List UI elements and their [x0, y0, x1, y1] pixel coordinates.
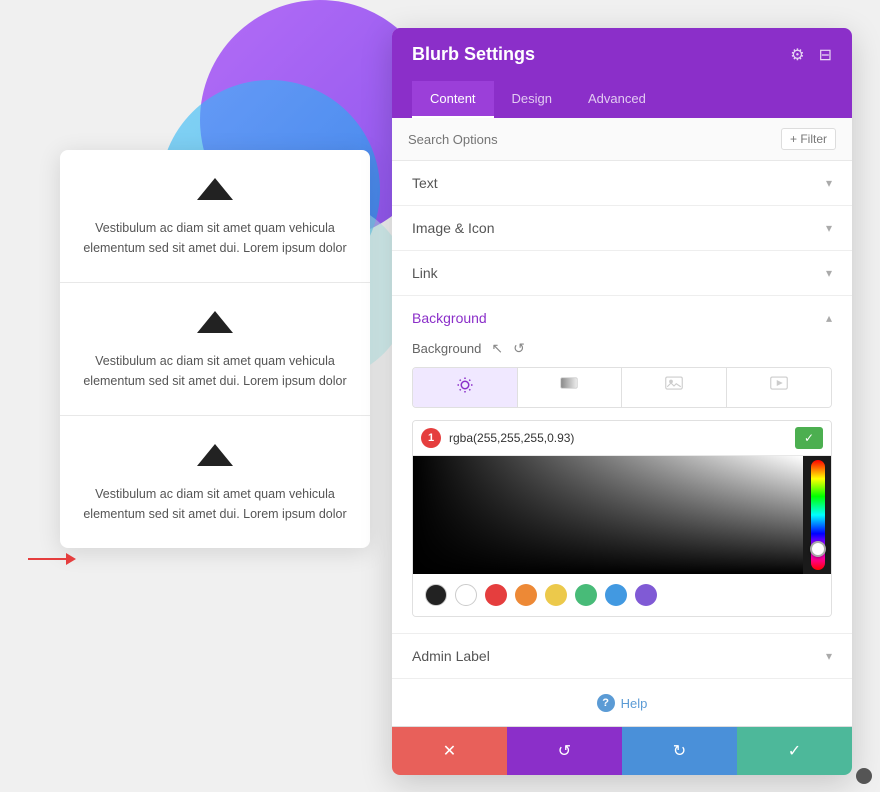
blurb-text-2: Vestibulum ac diam sit amet quam vehicul… — [80, 351, 350, 391]
accordion-background-header[interactable]: Background ▴ — [392, 296, 852, 340]
color-value-input[interactable] — [449, 431, 787, 445]
filter-button[interactable]: + Filter — [781, 128, 836, 150]
hue-slider[interactable] — [811, 460, 825, 570]
bg-type-tabs — [412, 367, 832, 408]
help-row: ? Help — [392, 679, 852, 726]
accordion-admin-label: Admin Label ▾ — [392, 634, 852, 679]
accordion-admin-label-header[interactable]: Admin Label ▾ — [392, 634, 852, 678]
collapse-icon[interactable]: ⊟ — [819, 45, 832, 65]
help-icon: ? — [597, 694, 615, 712]
reset-button[interactable]: ↺ — [507, 727, 622, 775]
background-section: Background ↖ ↺ — [392, 340, 852, 633]
accordion-text-title: Text — [412, 175, 438, 191]
accordion-background: Background ▴ Background ↖ ↺ — [392, 296, 852, 634]
swatch-red[interactable] — [485, 584, 507, 606]
panel-header-icons: ⚙ ⊟ — [790, 45, 832, 65]
blurb-text-1: Vestibulum ac diam sit amet quam vehicul… — [80, 218, 350, 258]
help-link[interactable]: ? Help — [597, 694, 648, 712]
bg-type-image[interactable] — [622, 368, 727, 407]
color-value-row: 1 ✓ — [413, 421, 831, 456]
blurb-card-1: Vestibulum ac diam sit amet quam vehicul… — [60, 150, 370, 283]
swatch-purple[interactable] — [635, 584, 657, 606]
tab-design[interactable]: Design — [494, 81, 570, 118]
chevron-down-icon-3: ▾ — [826, 266, 832, 280]
swatch-blue[interactable] — [605, 584, 627, 606]
hue-thumb — [810, 541, 826, 557]
bg-type-video[interactable] — [727, 368, 832, 407]
blurb-text-3: Vestibulum ac diam sit amet quam vehicul… — [80, 484, 350, 524]
accordion-link-title: Link — [412, 265, 438, 281]
search-input[interactable] — [408, 132, 781, 147]
tab-advanced[interactable]: Advanced — [570, 81, 664, 118]
panel-title: Blurb Settings — [412, 44, 535, 65]
chevron-up-icon: ▴ — [826, 311, 832, 325]
bg-label: Background — [412, 341, 481, 356]
triangle-icon-3 — [197, 444, 233, 466]
chevron-down-icon-4: ▾ — [826, 649, 832, 663]
bg-type-color[interactable] — [413, 368, 518, 407]
color-index-badge: 1 — [421, 428, 441, 448]
filter-label: + Filter — [790, 132, 827, 146]
bottom-toolbar: ✕ ↺ ↻ ✓ — [392, 726, 852, 775]
accordion-admin-label-title: Admin Label — [412, 648, 490, 664]
tabs-bar: Content Design Advanced — [392, 81, 852, 118]
left-panel: Vestibulum ac diam sit amet quam vehicul… — [60, 150, 370, 548]
bg-label-row: Background ↖ ↺ — [412, 340, 832, 357]
redo-button[interactable]: ↻ — [622, 727, 737, 775]
panel-header: Blurb Settings ⚙ ⊟ — [392, 28, 852, 81]
color-confirm-button[interactable]: ✓ — [795, 427, 823, 449]
cancel-button[interactable]: ✕ — [392, 727, 507, 775]
blurb-card-3: Vestibulum ac diam sit amet quam vehicul… — [60, 416, 370, 548]
chevron-down-icon-2: ▾ — [826, 221, 832, 235]
accordion-image-icon-title: Image & Icon — [412, 220, 495, 236]
accordion-text: Text ▾ — [392, 161, 852, 206]
gradient-overlay — [413, 456, 803, 574]
search-bar: + Filter — [392, 118, 852, 161]
blurb-card-2: Vestibulum ac diam sit amet quam vehicul… — [60, 283, 370, 416]
tab-content[interactable]: Content — [412, 81, 494, 118]
help-label: Help — [621, 696, 648, 711]
chevron-down-icon: ▾ — [826, 176, 832, 190]
accordion-text-header[interactable]: Text ▾ — [392, 161, 852, 205]
color-swatches — [413, 574, 831, 616]
swatch-black[interactable] — [425, 584, 447, 606]
bg-type-gradient[interactable] — [518, 368, 623, 407]
accordion-background-title: Background — [412, 310, 487, 326]
swatch-yellow[interactable] — [545, 584, 567, 606]
swatch-orange[interactable] — [515, 584, 537, 606]
accordion-link-header[interactable]: Link ▾ — [392, 251, 852, 295]
color-picker: 1 ✓ — [412, 420, 832, 617]
swatch-white[interactable] — [455, 584, 477, 606]
accordion-image-icon: Image & Icon ▾ — [392, 206, 852, 251]
settings-panel: Blurb Settings ⚙ ⊟ Content Design Advanc… — [392, 28, 852, 775]
accordion-link: Link ▾ — [392, 251, 852, 296]
accordion-image-icon-header[interactable]: Image & Icon ▾ — [392, 206, 852, 250]
save-button[interactable]: ✓ — [737, 727, 852, 775]
reset-bg-icon[interactable]: ↺ — [513, 340, 525, 357]
color-canvas-wrapper[interactable] — [413, 456, 831, 574]
red-arrow — [28, 553, 76, 565]
settings-icon[interactable]: ⚙ — [790, 45, 804, 65]
resize-handle[interactable] — [856, 768, 872, 784]
triangle-icon-1 — [197, 178, 233, 200]
triangle-icon-2 — [197, 311, 233, 333]
swatch-green[interactable] — [575, 584, 597, 606]
cursor-icon[interactable]: ↖ — [491, 340, 503, 357]
